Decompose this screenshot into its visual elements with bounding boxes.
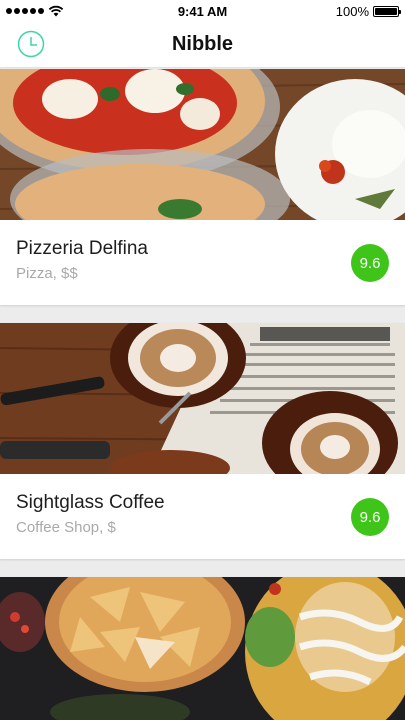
place-card[interactable] bbox=[0, 577, 405, 720]
place-card[interactable]: Sightglass Coffee Coffee Shop, $ 9.6 bbox=[0, 323, 405, 559]
place-name: Pizzeria Delfina bbox=[16, 238, 148, 259]
wifi-icon bbox=[48, 5, 64, 17]
place-card[interactable]: Pizzeria Delfina Pizza, $$ 9.6 bbox=[0, 69, 405, 305]
clock-icon bbox=[17, 30, 45, 58]
battery-icon bbox=[373, 5, 401, 17]
history-button[interactable] bbox=[17, 30, 45, 58]
battery-fill bbox=[375, 7, 397, 15]
place-info: Sightglass Coffee Coffee Shop, $ 9.6 bbox=[0, 474, 405, 559]
signal-dots-icon bbox=[6, 8, 44, 14]
status-bar: 9:41 AM 100% bbox=[0, 0, 405, 22]
status-right: 100% bbox=[335, 3, 401, 19]
place-category: Coffee Shop, $ bbox=[16, 519, 116, 536]
status-left bbox=[6, 5, 64, 17]
score-badge: 9.6 bbox=[351, 498, 389, 536]
app-title: Nibble bbox=[171, 33, 234, 55]
battery-percent: 100% bbox=[335, 3, 369, 19]
place-category: Pizza, $$ bbox=[16, 265, 78, 282]
coffee-photo bbox=[0, 323, 405, 474]
place-name: Sightglass Coffee bbox=[16, 492, 165, 513]
place-info: Pizzeria Delfina Pizza, $$ 9.6 bbox=[0, 220, 405, 305]
score-badge: 9.6 bbox=[351, 244, 389, 282]
pizza-photo bbox=[0, 69, 405, 220]
nav-bar: Nibble bbox=[0, 22, 405, 68]
nachos-photo bbox=[0, 577, 405, 720]
